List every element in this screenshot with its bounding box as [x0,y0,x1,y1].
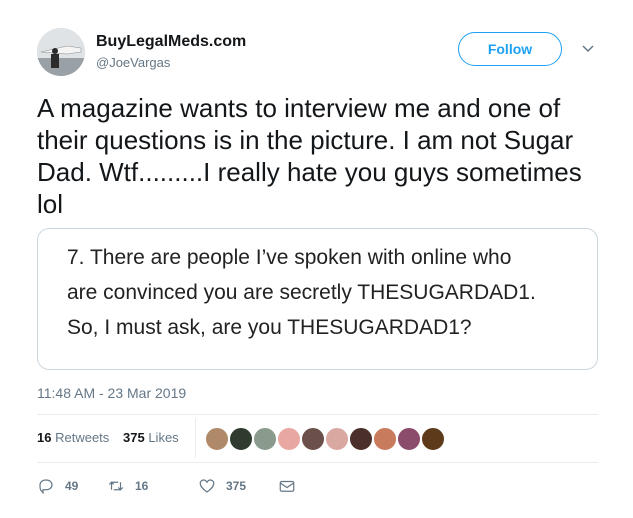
liker-avatar[interactable] [325,427,349,451]
media-text-line: So, I must ask, are you THESUGARDAD1? [67,316,472,339]
display-name[interactable]: BuyLegalMeds.com [96,33,246,51]
liker-avatar[interactable] [205,427,229,451]
liker-avatar[interactable] [229,427,253,451]
liker-avatar[interactable] [397,427,421,451]
retweets-stat[interactable]: 16 Retweets [37,430,109,445]
avatar[interactable] [37,28,85,76]
liker-avatar[interactable] [349,427,373,451]
tweet-media-image[interactable]: 7. There are people I’ve spoken with onl… [37,228,598,370]
tweet-text: A magazine wants to interview me and one… [37,93,582,219]
divider [37,414,598,415]
follow-button[interactable]: Follow [458,32,562,66]
media-text-line: 7. There are people I’ve spoken with onl… [67,246,512,269]
divider [37,462,598,463]
avatar-photo [37,28,85,76]
retweet-button[interactable]: 16 [107,476,148,496]
retweet-icon [108,481,124,491]
likes-count: 375 [123,430,145,445]
like-button[interactable]: 375 [198,476,246,496]
reply-icon [39,479,53,495]
user-handle[interactable]: @JoeVargas [96,55,170,70]
media-text-line: are convinced you are secretly THESUGARD… [67,281,536,304]
liker-avatar[interactable] [253,427,277,451]
retweets-count: 16 [37,430,52,445]
like-count: 375 [226,479,247,493]
heart-icon [199,479,215,493]
direct-message-button[interactable] [278,476,296,496]
liker-avatar[interactable] [373,427,397,451]
reply-button[interactable]: 49 [37,476,78,496]
liker-avatar[interactable] [301,427,325,451]
likes-label: Likes [148,430,179,445]
tweet-timestamp[interactable]: 11:48 AM - 23 Mar 2019 [37,385,186,401]
liker-avatar[interactable] [421,427,445,451]
liker-avatar[interactable] [277,427,301,451]
reply-count: 49 [65,479,79,493]
retweets-label: Retweets [55,430,110,445]
chevron-down-icon[interactable] [580,40,596,56]
divider [195,418,196,458]
likes-stat[interactable]: 375 Likes [123,430,179,445]
envelope-icon [279,480,295,492]
retweet-count: 16 [135,479,149,493]
